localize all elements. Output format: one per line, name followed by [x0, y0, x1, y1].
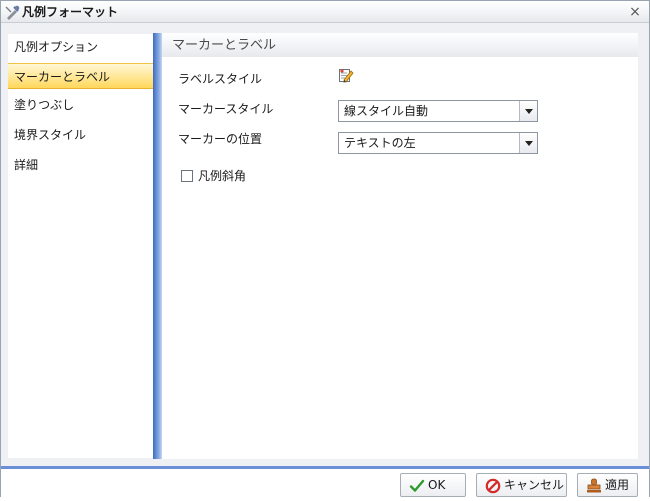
apply-label: 適用 — [605, 478, 630, 492]
sidebar-item-border-style[interactable]: 境界スタイル — [8, 122, 153, 148]
sidebar-item-markers-and-labels[interactable]: マーカーとラベル — [8, 63, 153, 89]
cancel-button[interactable]: キャンセル — [476, 473, 567, 497]
close-button[interactable]: × — [627, 4, 643, 20]
sidebar-item-legend-options[interactable]: 凡例オプション — [8, 34, 153, 60]
marker-position-label: マーカーの位置 — [178, 132, 263, 146]
dialog-title: 凡例フォーマット — [22, 5, 119, 19]
legend-diagonal-checkbox[interactable] — [181, 170, 193, 182]
panel-title: マーカーとラベル — [162, 33, 638, 57]
cancel-icon — [485, 478, 501, 494]
marker-style-value: 線スタイル自動 — [344, 104, 429, 118]
legend-format-icon — [5, 4, 21, 20]
options-sidebar: 凡例オプション マーカーとラベル 塗りつぶし 境界スタイル 詳細 — [8, 34, 153, 458]
sidebar-item-details[interactable]: 詳細 — [8, 152, 153, 178]
settings-panel: マーカーとラベル ラベルスタイル マーカースタイル 線スタイル自動 マーカーの位… — [162, 33, 638, 459]
ok-button[interactable]: OK — [400, 473, 466, 497]
sidebar-item-fill[interactable]: 塗りつぶし — [8, 92, 153, 118]
marker-position-value: テキストの左 — [344, 136, 416, 150]
dialog-content: 凡例オプション マーカーとラベル 塗りつぶし 境界スタイル 詳細 マーカーとラベ… — [4, 31, 638, 459]
cancel-label: キャンセル — [504, 478, 565, 492]
marker-style-select[interactable]: 線スタイル自動 — [338, 100, 538, 122]
panel-splitter[interactable] — [153, 33, 162, 459]
checkmark-icon — [409, 478, 425, 494]
label-style-label: ラベルスタイル — [178, 72, 263, 86]
marker-position-select[interactable]: テキストの左 — [338, 132, 538, 154]
legend-format-dialog: 凡例フォーマット × 凡例オプション マーカーとラベル 塗りつぶし 境界スタイル… — [0, 0, 650, 497]
ok-label: OK — [428, 478, 446, 492]
chevron-down-icon[interactable] — [519, 101, 537, 121]
chevron-down-icon[interactable] — [519, 133, 537, 153]
apply-button[interactable]: 適用 — [577, 473, 638, 497]
title-bar: 凡例フォーマット × — [1, 1, 649, 23]
legend-diagonal-label[interactable]: 凡例斜角 — [198, 168, 246, 184]
stamp-icon — [586, 478, 602, 494]
marker-style-label: マーカースタイル — [178, 102, 274, 116]
edit-style-icon[interactable] — [338, 67, 354, 83]
